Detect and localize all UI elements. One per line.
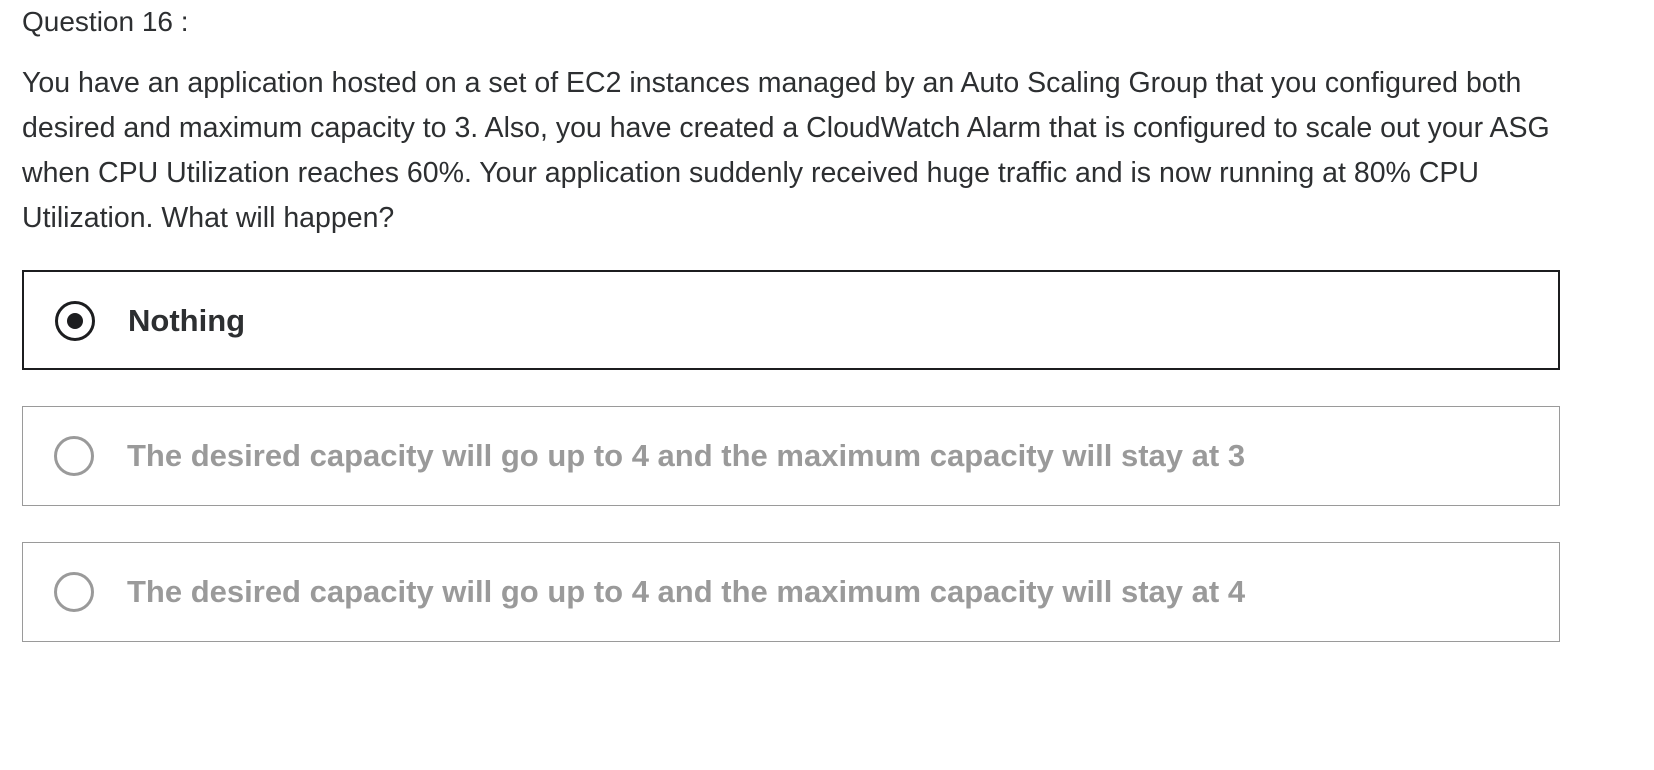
answer-option-label: The desired capacity will go up to 4 and… bbox=[127, 574, 1246, 609]
answer-option-label: The desired capacity will go up to 4 and… bbox=[127, 438, 1246, 473]
radio-unchecked-icon[interactable] bbox=[54, 572, 94, 612]
radio-dot bbox=[67, 313, 83, 329]
question-text: You have an application hosted on a set … bbox=[22, 67, 1550, 234]
answer-option-label: Nothing bbox=[128, 303, 246, 338]
radio-unchecked-icon[interactable] bbox=[54, 436, 94, 476]
answer-option-nothing[interactable]: Nothing bbox=[22, 270, 1560, 370]
answer-option-max-stay-3[interactable]: The desired capacity will go up to 4 and… bbox=[22, 406, 1560, 506]
answer-option-max-stay-4[interactable]: The desired capacity will go up to 4 and… bbox=[22, 542, 1560, 642]
question-number: Question 16 : bbox=[22, 6, 189, 37]
radio-checked-icon[interactable] bbox=[55, 301, 95, 341]
